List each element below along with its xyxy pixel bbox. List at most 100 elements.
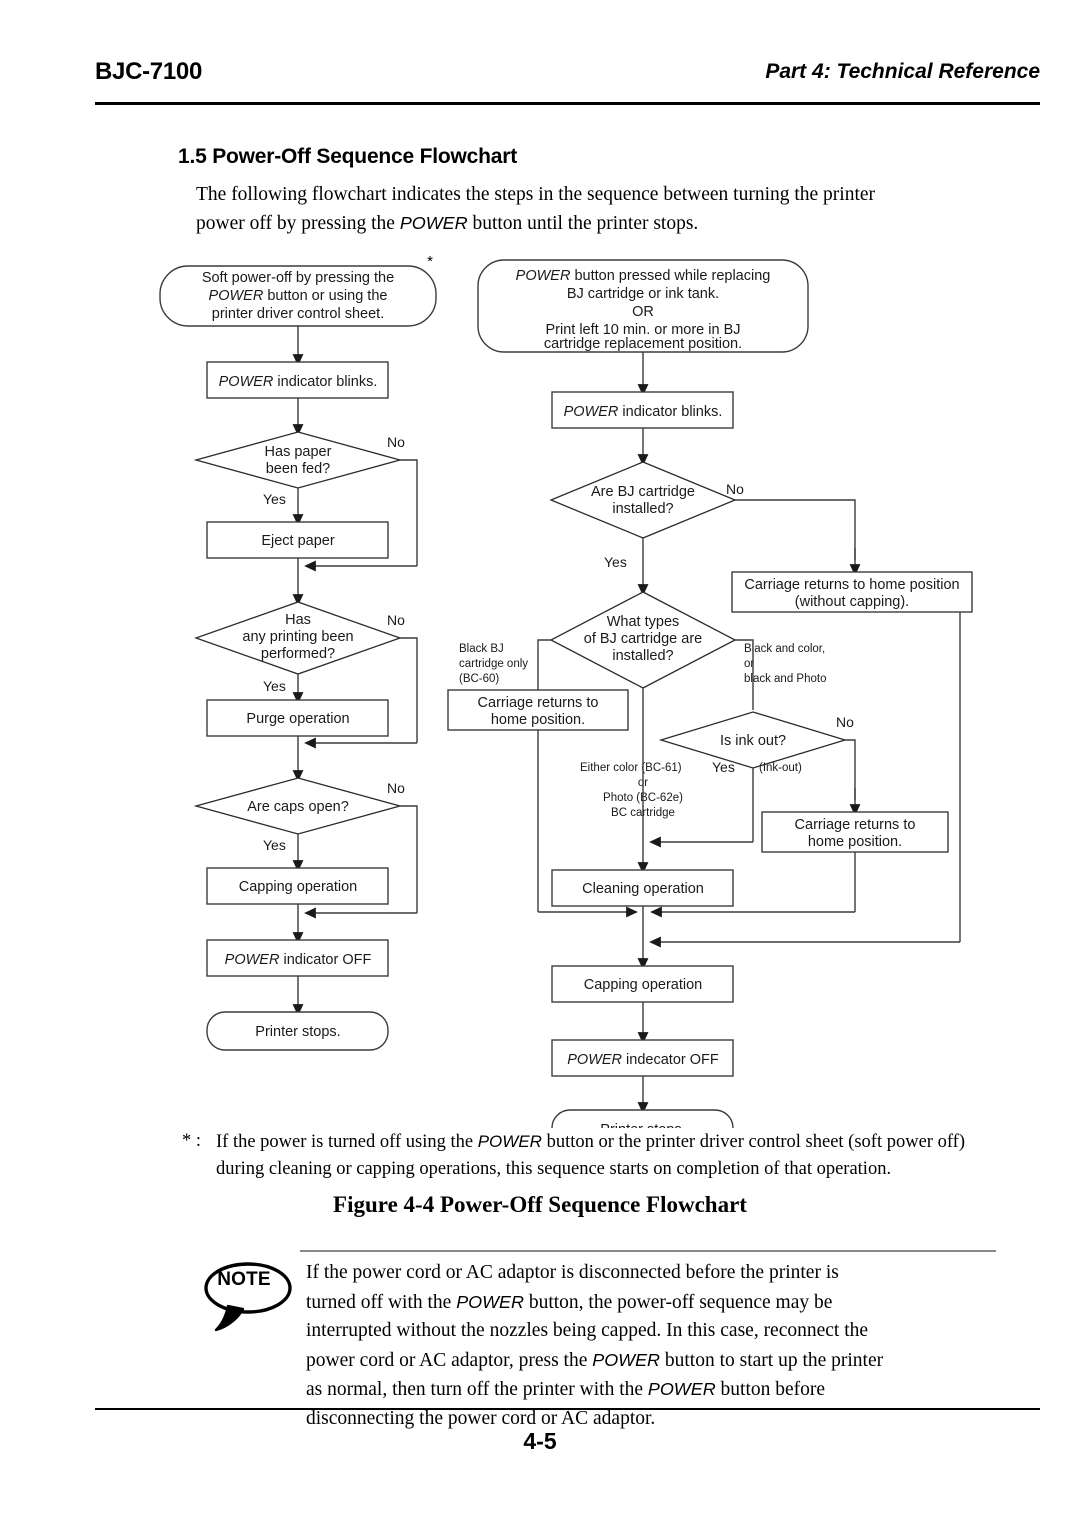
header-divider [95, 102, 1040, 105]
right-start-line-2: BJ cartridge or ink tank. [567, 286, 719, 302]
note-line-2-after: button, the power-off sequence may be [523, 1291, 833, 1313]
right-connector-installed-no-route [735, 499, 856, 560]
left-start-line-3: printer driver control sheet. [212, 306, 384, 322]
left-power-indicator-blinks-label: POWER indicator blinks. [219, 374, 378, 390]
right-power-indicator-blinks-label: POWER indicator blinks. [564, 404, 723, 420]
footnote-line-1-after: button or the printer driver control she… [541, 1132, 933, 1152]
left-decision-printing-yes-label: Yes [263, 678, 286, 694]
right-decision-installed-line-1: Are BJ cartridge [591, 484, 695, 500]
left-start-power-emphasis: POWER [209, 288, 264, 304]
right-branch-colorpair-line-1: Black and color, [744, 643, 825, 655]
left-indicator-off-rest: indicator OFF [279, 952, 371, 968]
note-power-emphasis-1: POWER [456, 1291, 524, 1312]
note-badge-label: NOTE [217, 1269, 271, 1290]
footnote-star-marker: * [427, 253, 433, 270]
right-branch-black-line-1: Black BJ [459, 643, 504, 655]
right-connector-inkout-no-route [845, 739, 856, 800]
right-decision-types-line-1: What types [607, 614, 680, 630]
left-start-line-2-rest: button or using the [263, 288, 387, 304]
right-carriage-home-right-line-2: home position. [808, 834, 902, 850]
right-decision-installed-line-2: installed? [612, 501, 673, 517]
footnote-power-emphasis: POWER [477, 1132, 542, 1151]
note-text: If the power cord or AC adaptor is disco… [306, 1259, 996, 1433]
footnote-line-1-before: If the power is turned off using the [216, 1132, 478, 1152]
left-start-line-2: POWER button or using the [209, 288, 388, 304]
footnote-body: If the power is turned off using the POW… [216, 1128, 992, 1183]
right-carriage-home-right-line-1: Carriage returns to [795, 817, 916, 833]
page-number: 4-5 [523, 1428, 557, 1454]
footer-divider [95, 1408, 1040, 1410]
right-carriage-without-capping-line-2: (without capping). [795, 594, 909, 610]
right-decision-ink-out-yes-label: Yes [712, 759, 735, 775]
right-branch-black-line-3: (BC-60) [459, 673, 499, 685]
left-start-line-1: Soft power-off by pressing the [202, 270, 394, 286]
right-decision-ink-out-note: (Ink-out) [759, 762, 802, 774]
right-capping-operation-label: Capping operation [584, 977, 703, 993]
left-connector-printing-no-route [400, 637, 418, 743]
right-decision-installed-no-label: No [726, 481, 744, 497]
page-header: BJC-7100 Part 4: Technical Reference [95, 58, 1040, 108]
left-connector-caps-no-route [400, 805, 418, 913]
left-decision-paper-no-label: No [387, 434, 405, 450]
left-capping-operation-label: Capping operation [239, 879, 358, 895]
left-decision-printing-line-3: performed? [261, 646, 335, 662]
note-line-2-before: turned off with the [306, 1291, 457, 1313]
left-decision-paper-fed [193, 431, 403, 489]
right-decision-installed-yes-label: Yes [604, 554, 627, 570]
right-power-indicator-off-label: POWER indecator OFF [567, 1052, 719, 1068]
left-eject-paper-label: Eject paper [261, 533, 335, 549]
right-branch-colorpair-line-3: black and Photo [744, 673, 826, 685]
left-power-indicator-off-label: POWER indicator OFF [225, 952, 372, 968]
footnote: * : If the power is turned off using the… [182, 1128, 992, 1183]
left-printer-stops-label: Printer stops. [255, 1024, 340, 1040]
note-paragraph-line-3: interrupted without the nozzles being ca… [306, 1320, 869, 1341]
left-indicator-off-power-emphasis: POWER [225, 952, 280, 968]
right-blinks-power-emphasis: POWER [564, 404, 619, 420]
left-blinks-rest: indicator blinks. [273, 374, 377, 390]
note-power-emphasis-3: POWER [647, 1379, 716, 1399]
right-carriage-home-left-line-2: home position. [491, 712, 585, 728]
note-line-4-before: power cord or AC adaptor, press the [306, 1349, 593, 1371]
note-paragraph-line-1: If the power cord or AC adaptor is disco… [306, 1262, 839, 1283]
right-decision-cartridge-installed [549, 461, 737, 539]
note-paragraph-line-6: disconnecting the power cord or AC adapt… [306, 1407, 656, 1429]
right-start-line-3: OR [632, 304, 654, 320]
intro-power-emphasis: POWER [399, 213, 468, 233]
left-purge-operation-label: Purge operation [246, 711, 349, 727]
left-decision-caps-no-label: No [387, 780, 405, 796]
power-off-sequence-flowchart: Soft power-off by pressing the POWER but… [0, 248, 1080, 1128]
left-decision-caps-yes-label: Yes [263, 837, 286, 853]
right-start-power-emphasis: POWER [516, 268, 571, 284]
section-heading: 1.5 Power-Off Sequence Flowchart [178, 145, 518, 168]
right-carriage-without-capping-line-1: Carriage returns to home position [744, 577, 959, 593]
note-power-emphasis-2: POWER [592, 1349, 660, 1370]
note-block: NOTE If the power cord or AC adaptor is … [196, 1250, 996, 1429]
left-decision-paper-line-1: Has paper [265, 444, 332, 460]
right-indicator-off-power-emphasis: POWER [567, 1052, 622, 1068]
right-start-line-1: POWER button pressed while replacing [516, 268, 771, 284]
header-part-title: Part 4: Technical Reference [765, 60, 1040, 83]
right-carriage-home-left-line-1: Carriage returns to [478, 695, 599, 711]
left-connector-paper-no-route [400, 459, 418, 566]
note-line-4-after: button to start up the printer [660, 1349, 884, 1371]
right-decision-ink-out-label: Is ink out? [720, 733, 786, 749]
right-decision-ink-out-no-label: No [836, 714, 854, 730]
left-decision-printing-line-2: any printing been [242, 629, 353, 645]
left-blinks-power-emphasis: POWER [219, 374, 274, 390]
right-start-line-1-rest: button pressed while replacing [570, 268, 770, 284]
note-line-5-after: button before [715, 1379, 826, 1400]
right-decision-types-line-2: of BJ cartridge are [584, 631, 702, 647]
right-decision-types-line-3: installed? [612, 648, 673, 664]
left-decision-paper-yes-label: Yes [263, 491, 286, 507]
right-blinks-rest: indicator blinks. [618, 404, 722, 420]
right-branch-black-line-2: cartridge only [459, 658, 528, 670]
intro-paragraph: The following flowchart indicates the st… [196, 180, 996, 238]
intro-line-2-after: button until the printer stops. [467, 213, 699, 234]
footnote-marker: * : [182, 1131, 202, 1151]
header-model-name: BJC-7100 [95, 58, 202, 85]
right-branch-either-line-1: Either color (BC-61) [580, 762, 682, 774]
intro-line-1: The following flowchart indicates the st… [196, 184, 876, 205]
note-line-5-before: as normal, then turn off the printer wit… [306, 1379, 648, 1400]
right-connector-black-branch [537, 639, 551, 912]
left-decision-printing-line-1: Has [285, 612, 311, 628]
